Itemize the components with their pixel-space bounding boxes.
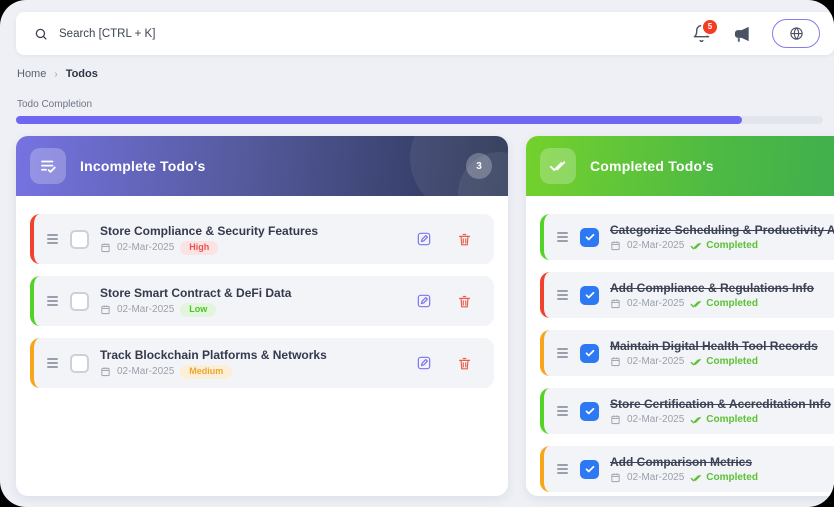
priority-badge: Low <box>180 303 216 317</box>
todo-checkbox[interactable] <box>70 354 89 373</box>
search-placeholder: Search [CTRL + K] <box>59 28 155 40</box>
completed-todo-row: Maintain Digital Health Tool Records 02-… <box>540 330 834 376</box>
todo-date: 02-Mar-2025 <box>627 240 684 251</box>
completed-todo-row: Add Compliance & Regulations Info 02-Mar… <box>540 272 834 318</box>
language-selector-button[interactable] <box>772 19 820 48</box>
double-check-icon <box>690 240 702 252</box>
check-icon <box>584 463 596 475</box>
breadcrumb: Home › Todos <box>17 68 98 80</box>
double-check-icon <box>540 148 576 184</box>
notification-count-badge: 5 <box>701 18 719 36</box>
todo-date: 02-Mar-2025 <box>627 356 684 367</box>
progress-fill <box>16 116 742 124</box>
drag-handle-icon[interactable] <box>556 344 569 362</box>
incomplete-todo-row: Store Compliance & Security Features 02-… <box>30 214 494 264</box>
notifications-button[interactable]: 5 <box>692 24 712 44</box>
breadcrumb-current: Todos <box>66 68 98 80</box>
todo-title: Categorize Scheduling & Productivity App… <box>610 223 830 237</box>
todo-title: Store Smart Contract & DeFi Data <box>100 286 291 300</box>
breadcrumb-home-link[interactable]: Home <box>17 68 46 80</box>
drag-handle-icon[interactable] <box>556 228 569 246</box>
drag-handle-icon[interactable] <box>556 286 569 304</box>
edit-button[interactable] <box>414 353 434 373</box>
double-check-icon <box>690 356 702 368</box>
todo-title: Store Certification & Accreditation Info <box>610 397 830 411</box>
calendar-icon <box>100 242 111 253</box>
delete-button[interactable] <box>455 292 474 311</box>
todo-checkbox-checked[interactable] <box>580 344 599 363</box>
drag-handle-icon[interactable] <box>556 460 569 478</box>
todo-date: 02-Mar-2025 <box>117 242 174 253</box>
incomplete-todos-card: Incomplete Todo's 3 Store Compliance & S… <box>16 136 508 496</box>
calendar-icon <box>610 240 621 251</box>
drag-handle-icon[interactable] <box>556 402 569 420</box>
double-check-icon <box>690 414 702 426</box>
calendar-icon <box>610 414 621 425</box>
priority-badge: High <box>180 241 218 255</box>
drag-handle-icon[interactable] <box>46 354 59 372</box>
incomplete-count-badge: 3 <box>466 153 492 179</box>
todo-checkbox[interactable] <box>70 230 89 249</box>
todo-checkbox-checked[interactable] <box>580 286 599 305</box>
todo-date: 02-Mar-2025 <box>627 472 684 483</box>
check-icon <box>584 231 596 243</box>
announcement-megaphone-icon[interactable] <box>732 24 752 44</box>
todo-checkbox-checked[interactable] <box>580 228 599 247</box>
completed-todos-card: Completed Todo's Categorize Scheduling &… <box>526 136 834 496</box>
double-check-icon <box>690 298 702 310</box>
search-icon <box>34 27 48 41</box>
todo-title: Add Comparison Metrics <box>610 455 758 469</box>
completed-todo-row: Add Comparison Metrics 02-Mar-2025 Compl… <box>540 446 834 492</box>
edit-button[interactable] <box>414 291 434 311</box>
calendar-icon <box>610 298 621 309</box>
completed-status-badge: Completed <box>690 298 758 310</box>
calendar-icon <box>100 366 111 377</box>
search-input[interactable]: Search [CTRL + K] <box>34 27 692 41</box>
todo-checkbox[interactable] <box>70 292 89 311</box>
priority-badge: Medium <box>180 365 232 379</box>
completed-status-badge: Completed <box>690 356 758 368</box>
completed-status-badge: Completed <box>690 472 758 484</box>
drag-handle-icon[interactable] <box>46 292 59 310</box>
globe-icon <box>789 26 804 41</box>
completed-card-title: Completed Todo's <box>590 158 714 174</box>
incomplete-todo-row: Track Blockchain Platforms & Networks 02… <box>30 338 494 388</box>
completed-status-badge: Completed <box>690 240 758 252</box>
topbar: Search [CTRL + K] 5 <box>16 12 834 55</box>
todo-date: 02-Mar-2025 <box>627 414 684 425</box>
completed-todo-row: Categorize Scheduling & Productivity App… <box>540 214 834 260</box>
drag-handle-icon[interactable] <box>46 230 59 248</box>
breadcrumb-separator: › <box>54 69 57 80</box>
check-icon <box>584 347 596 359</box>
check-icon <box>584 289 596 301</box>
todo-title: Store Compliance & Security Features <box>100 224 318 238</box>
delete-button[interactable] <box>455 354 474 373</box>
incomplete-card-header: Incomplete Todo's 3 <box>16 136 508 196</box>
calendar-icon <box>100 304 111 315</box>
calendar-icon <box>610 356 621 367</box>
todo-date: 02-Mar-2025 <box>117 366 174 377</box>
todo-date: 02-Mar-2025 <box>627 298 684 309</box>
check-icon <box>584 405 596 417</box>
todo-title: Add Compliance & Regulations Info <box>610 281 814 295</box>
delete-button[interactable] <box>455 230 474 249</box>
todo-checkbox-checked[interactable] <box>580 402 599 421</box>
todo-completion-label: Todo Completion <box>17 99 92 110</box>
edit-button[interactable] <box>414 229 434 249</box>
todo-title: Track Blockchain Platforms & Networks <box>100 348 327 362</box>
completed-todo-row: Store Certification & Accreditation Info… <box>540 388 834 434</box>
completed-status-badge: Completed <box>690 414 758 426</box>
double-check-icon <box>690 472 702 484</box>
todo-title: Maintain Digital Health Tool Records <box>610 339 818 353</box>
incomplete-card-title: Incomplete Todo's <box>80 158 205 174</box>
todo-date: 02-Mar-2025 <box>117 304 174 315</box>
app-window: Search [CTRL + K] 5 Home › Todos Todo Co… <box>0 0 834 507</box>
list-check-icon <box>30 148 66 184</box>
completed-card-header: Completed Todo's <box>526 136 834 196</box>
calendar-icon <box>610 472 621 483</box>
incomplete-todo-row: Store Smart Contract & DeFi Data 02-Mar-… <box>30 276 494 326</box>
todo-checkbox-checked[interactable] <box>580 460 599 479</box>
todo-completion-progressbar <box>16 116 823 124</box>
